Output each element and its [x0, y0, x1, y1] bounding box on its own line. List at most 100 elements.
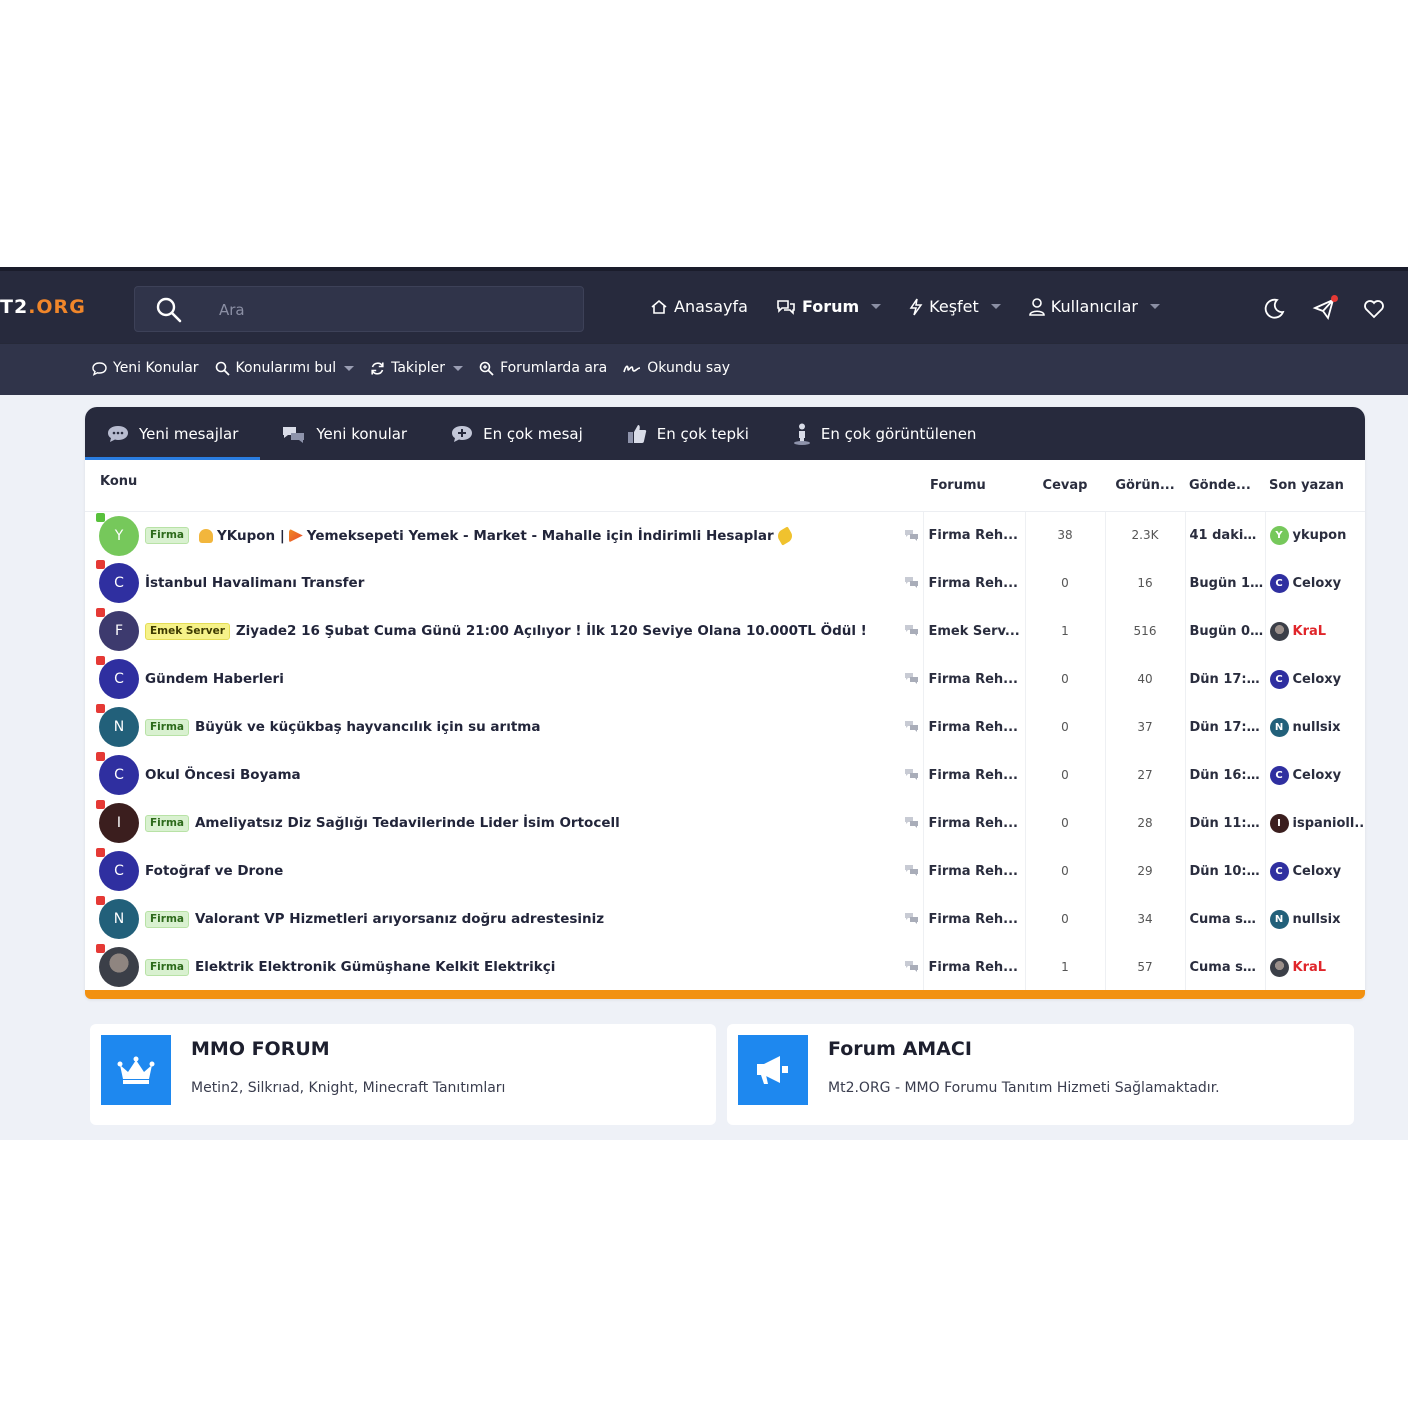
tab-yeni-konular[interactable]: Yeni konular: [260, 407, 429, 460]
avatar[interactable]: I: [96, 800, 139, 843]
subnav-konularimi-bul[interactable]: Konularımı bul: [215, 360, 355, 376]
search-icon[interactable]: [155, 296, 183, 324]
forum-name-link[interactable]: Firma Reh...: [929, 768, 1019, 783]
moon-icon[interactable]: [1262, 297, 1286, 321]
col-gonderi[interactable]: Gönde...: [1185, 460, 1265, 512]
last-post-date[interactable]: Dün 17:11...: [1190, 720, 1266, 735]
thread-title[interactable]: Ameliyatsız Diz Sağlığı Tedavilerinde Li…: [195, 815, 620, 831]
thread-prefix-badge[interactable]: Firma: [145, 527, 189, 544]
search-box[interactable]: [134, 286, 584, 332]
subnav-yeni-konular[interactable]: Yeni Konular: [92, 360, 199, 376]
last-poster-name[interactable]: ykupon: [1293, 528, 1347, 543]
subnav-takipler[interactable]: Takipler: [370, 360, 464, 376]
thread-title[interactable]: İstanbul Havalimanı Transfer: [145, 575, 364, 591]
last-poster-name[interactable]: KraL: [1293, 624, 1327, 639]
forum-cell[interactable]: Firma Reh...: [922, 559, 1025, 607]
last-poster[interactable]: Nnullsix: [1269, 717, 1366, 737]
forum-name-link[interactable]: Firma Reh...: [929, 672, 1019, 687]
last-post-date[interactable]: Dün 11:4...: [1190, 816, 1266, 831]
tab-en-cok-goruntulenen[interactable]: En çok görüntülenen: [771, 407, 999, 460]
table-row[interactable]: C İstanbul Havalimanı Transfer Firma Reh..…: [85, 559, 1365, 607]
avatar[interactable]: C: [96, 752, 139, 795]
nav-kesfet[interactable]: Keşfet: [909, 297, 1001, 316]
avatar[interactable]: C: [96, 560, 139, 603]
chevron-down-icon[interactable]: [871, 304, 882, 309]
table-row[interactable]: C Okul Öncesi Boyama Firma Reh... 0 27 Dün 16…: [85, 751, 1365, 799]
last-poster[interactable]: Nnullsix: [1269, 909, 1366, 929]
card-mmo-forum[interactable]: MMO FORUM Metin2, Silkrıad, Knight, Mine…: [90, 1024, 716, 1125]
last-poster[interactable]: C Celoxy: [1269, 573, 1366, 593]
avatar[interactable]: N: [96, 896, 139, 939]
thread-title[interactable]: Gündem Haberleri: [145, 671, 284, 687]
nav-kullanicilar[interactable]: Kullanıcılar: [1028, 297, 1160, 316]
last-post-date[interactable]: Dün 17:2...: [1190, 672, 1266, 687]
forum-cell[interactable]: Firma Reh...: [922, 511, 1025, 559]
forum-name-link[interactable]: Emek Serv...: [929, 624, 1020, 639]
forum-name-link[interactable]: Firma Reh...: [929, 960, 1019, 975]
forum-cell[interactable]: Firma Reh...: [922, 655, 1025, 703]
forum-name-link[interactable]: Firma Reh...: [929, 528, 1019, 543]
chevron-down-icon[interactable]: [1149, 304, 1160, 309]
forum-cell[interactable]: Firma Reh...: [922, 943, 1025, 990]
thread-title[interactable]: Elektrik Elektronik Gümüşhane Kelkit Ele…: [195, 959, 555, 975]
col-gorun[interactable]: Görün...: [1105, 460, 1185, 512]
table-row[interactable]: I Firma Ameliyatsız Diz Sağlığı Tedavileri…: [85, 799, 1365, 847]
last-poster[interactable]: Yykupon: [1269, 525, 1366, 545]
table-row[interactable]: F Emek Server Ziyade2 16 Şubat Cuma Günü 2…: [85, 607, 1365, 655]
last-post-date[interactable]: Dün 10:0...: [1190, 864, 1266, 879]
forum-cell[interactable]: Firma Reh...: [922, 847, 1025, 895]
thread-title[interactable]: Fotoğraf ve Drone: [145, 863, 283, 879]
last-poster[interactable]: KraL: [1269, 957, 1366, 977]
send-icon[interactable]: [1312, 295, 1338, 321]
table-row[interactable]: C Fotoğraf ve Drone Firma Reh... 0 29 Dün 10:…: [85, 847, 1365, 895]
forum-name-link[interactable]: Firma Reh...: [929, 912, 1019, 927]
last-poster-name[interactable]: Celoxy: [1293, 672, 1342, 687]
col-konu[interactable]: Konu: [85, 460, 923, 512]
subnav-forumlarda-ara[interactable]: Forumlarda ara: [479, 360, 607, 376]
last-poster[interactable]: KraL: [1269, 621, 1366, 641]
last-poster-name[interactable]: Celoxy: [1293, 864, 1342, 879]
last-post-date[interactable]: Cuma sa...: [1190, 912, 1266, 927]
nav-forum[interactable]: Forum: [776, 297, 882, 316]
last-poster[interactable]: C Celoxy: [1269, 861, 1366, 881]
thread-prefix-badge[interactable]: Firma: [145, 718, 189, 736]
last-poster[interactable]: C Celoxy: [1269, 669, 1366, 689]
forum-name-link[interactable]: Firma Reh...: [929, 816, 1019, 831]
last-poster-name[interactable]: Celoxy: [1293, 576, 1342, 591]
avatar[interactable]: N: [96, 704, 139, 747]
last-poster-name[interactable]: nullsix: [1293, 720, 1341, 735]
col-forumu[interactable]: Forumu: [923, 460, 1025, 512]
last-poster-name[interactable]: nullsix: [1293, 912, 1341, 927]
last-poster[interactable]: C Celoxy: [1269, 765, 1366, 785]
table-row[interactable]: N Firma Valorant VP Hizmetleri arıyorsanız…: [85, 895, 1365, 943]
thread-title-part[interactable]: YKupon |: [217, 528, 285, 544]
search-input[interactable]: [219, 298, 559, 322]
thread-title[interactable]: Ziyade2 16 Şubat Cuma Günü 21:00 Açılıyo…: [236, 623, 867, 639]
card-forum-amaci[interactable]: Forum AMACI Mt2.ORG - MMO Forumu Tanıtım…: [727, 1024, 1354, 1125]
thread-title[interactable]: Okul Öncesi Boyama: [145, 767, 301, 783]
last-post-date[interactable]: 41 dakik...: [1190, 528, 1266, 543]
avatar[interactable]: C: [96, 656, 139, 699]
col-cevap[interactable]: Cevap: [1025, 460, 1105, 512]
thread-prefix-badge[interactable]: Emek Server: [145, 622, 230, 640]
site-logo[interactable]: T2.ORG: [0, 296, 86, 318]
forum-cell[interactable]: Firma Reh...: [922, 895, 1025, 943]
thread-title[interactable]: Valorant VP Hizmetleri arıyorsanız doğru…: [195, 911, 604, 927]
nav-anasayfa[interactable]: Anasayfa: [650, 297, 748, 316]
thread-prefix-badge[interactable]: Firma: [145, 958, 189, 976]
avatar[interactable]: C: [96, 848, 139, 891]
forum-cell[interactable]: Emek Serv...: [922, 607, 1025, 655]
forum-name-link[interactable]: Firma Reh...: [929, 576, 1019, 591]
forum-name-link[interactable]: Firma Reh...: [929, 720, 1019, 735]
thread-prefix-badge[interactable]: Firma: [145, 814, 189, 832]
last-poster-name[interactable]: ispanioll...: [1293, 816, 1366, 831]
avatar[interactable]: Y: [96, 512, 139, 556]
last-post-date[interactable]: Cuma sa...: [1190, 960, 1266, 975]
chevron-down-icon[interactable]: [990, 304, 1001, 309]
avatar[interactable]: F: [96, 608, 139, 651]
subnav-okundu-say[interactable]: Okundu say: [623, 360, 730, 376]
chevron-down-icon[interactable]: [453, 365, 464, 371]
table-row[interactable]: Firma Elektrik Elektronik Gümüşhane Kelki…: [85, 943, 1366, 990]
forum-cell[interactable]: Firma Reh...: [922, 703, 1025, 751]
table-row[interactable]: N Firma Büyük ve küçükbaş hayvancılık için…: [85, 703, 1365, 751]
